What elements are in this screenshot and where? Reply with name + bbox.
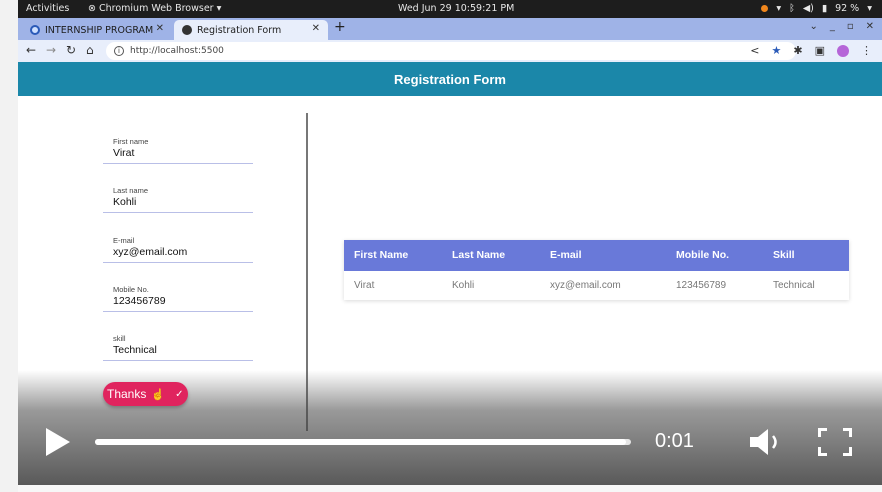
forward-icon[interactable]: → bbox=[46, 43, 56, 57]
close-window-icon[interactable]: ✕ bbox=[866, 21, 874, 32]
close-tab-icon[interactable]: ✕ bbox=[312, 23, 320, 34]
extensions-icon[interactable]: ✱ bbox=[793, 44, 802, 57]
toolbar-actions: < ★ ✱ ▣ ⋮ bbox=[750, 44, 872, 57]
last-name-field[interactable]: Last name Kohli bbox=[103, 186, 253, 213]
notification-dot-icon bbox=[761, 5, 769, 12]
table-cell: xyz@email.com bbox=[550, 280, 621, 291]
browser-toolbar: ← → ↻ ⌂ i http://localhost:5500 < ★ ✱ ▣ … bbox=[18, 40, 882, 62]
clock[interactable]: Wed Jun 29 10:59:21 PM bbox=[398, 3, 514, 14]
column-header: Last Name bbox=[452, 249, 506, 261]
video-frame: Activities ⊗ Chromium Web Browser ▾ Wed … bbox=[18, 0, 882, 492]
home-icon[interactable]: ⌂ bbox=[86, 43, 94, 57]
field-label: First name bbox=[113, 137, 149, 146]
sidepanel-icon[interactable]: ▣ bbox=[815, 44, 825, 57]
system-tray[interactable]: ▾ ᛒ ◀) ▮ 92 % ▾ bbox=[761, 3, 872, 14]
tray-dropdown-icon: ▾ bbox=[867, 3, 872, 14]
field-label: Mobile No. bbox=[113, 285, 149, 294]
share-icon[interactable]: < bbox=[750, 44, 759, 57]
address-bar[interactable]: i http://localhost:5500 bbox=[106, 42, 796, 60]
window-controls: ⌄ _ ▫ ✕ bbox=[809, 21, 874, 32]
check-icon: ✓ bbox=[175, 388, 184, 400]
url-text: http://localhost:5500 bbox=[130, 46, 224, 56]
wifi-icon: ▾ bbox=[776, 3, 782, 14]
registrations-table: First Name Last Name E-mail Mobile No. S… bbox=[344, 240, 849, 300]
table-cell: Kohli bbox=[452, 280, 475, 291]
thanks-button[interactable]: Thanks ☝ ✓ bbox=[103, 382, 188, 406]
field-label: E-mail bbox=[113, 236, 135, 245]
app-menu[interactable]: ⊗ Chromium Web Browser ▾ bbox=[88, 3, 221, 14]
tab-registration-form[interactable]: Registration Form ✕ bbox=[174, 20, 328, 40]
field-label: Last name bbox=[113, 186, 149, 195]
volume-icon: ◀) bbox=[802, 3, 814, 14]
field-value: Virat bbox=[113, 147, 135, 159]
close-tab-icon[interactable]: ✕ bbox=[156, 23, 164, 34]
minimize-icon[interactable]: _ bbox=[830, 21, 835, 32]
volume-icon[interactable] bbox=[748, 427, 788, 457]
back-icon[interactable]: ← bbox=[26, 43, 36, 57]
table-cell: Virat bbox=[354, 280, 375, 291]
current-time: 0:01 bbox=[655, 430, 694, 452]
play-icon[interactable] bbox=[46, 428, 70, 456]
field-value: xyz@email.com bbox=[113, 246, 188, 258]
app-menu-label: Chromium Web Browser ▾ bbox=[99, 3, 222, 14]
seek-bar[interactable] bbox=[95, 439, 631, 445]
bluetooth-icon: ᛒ bbox=[789, 3, 795, 14]
battery-percent: 92 % bbox=[835, 3, 860, 14]
skill-field[interactable]: skill Technical bbox=[103, 334, 253, 361]
page-margin bbox=[0, 0, 18, 492]
restore-icon[interactable]: ▫ bbox=[847, 21, 854, 32]
column-header: First Name bbox=[354, 249, 409, 261]
field-label: skill bbox=[113, 334, 126, 343]
thanks-label: Thanks bbox=[107, 387, 147, 401]
site-info-icon[interactable]: i bbox=[114, 46, 124, 56]
tab-search-icon[interactable]: ⌄ bbox=[809, 21, 817, 32]
table-cell: 123456789 bbox=[676, 280, 727, 291]
page-title: Registration Form bbox=[394, 71, 506, 87]
field-value: Technical bbox=[113, 344, 157, 356]
new-tab-button[interactable]: + bbox=[334, 19, 346, 35]
email-field[interactable]: E-mail xyz@email.com bbox=[103, 236, 253, 263]
tab-internship-program[interactable]: INTERNSHIP PROGRAM ✕ bbox=[22, 20, 172, 40]
profile-avatar-icon[interactable] bbox=[837, 44, 849, 57]
bookmark-star-icon[interactable]: ★ bbox=[772, 44, 782, 57]
tab-title: Registration Form bbox=[197, 24, 282, 36]
chromium-icon: ⊗ bbox=[88, 3, 96, 14]
reload-icon[interactable]: ↻ bbox=[66, 43, 76, 57]
column-header: E-mail bbox=[550, 249, 582, 261]
page-bottom-strip bbox=[18, 485, 882, 492]
favicon-icon bbox=[30, 25, 40, 35]
tab-strip: INTERNSHIP PROGRAM ✕ Registration Form ✕… bbox=[18, 18, 882, 40]
seek-bar-progress bbox=[95, 439, 626, 445]
first-name-field[interactable]: First name Virat bbox=[103, 137, 253, 164]
app-header: Registration Form bbox=[18, 62, 882, 96]
mobile-field[interactable]: Mobile No. 123456789 bbox=[103, 285, 253, 312]
field-value: 123456789 bbox=[113, 295, 166, 307]
system-top-bar: Activities ⊗ Chromium Web Browser ▾ Wed … bbox=[18, 0, 882, 18]
battery-icon: ▮ bbox=[821, 3, 828, 14]
field-value: Kohli bbox=[113, 196, 137, 208]
fullscreen-icon[interactable] bbox=[818, 428, 852, 456]
activities-button[interactable]: Activities bbox=[26, 3, 69, 14]
column-header: Skill bbox=[773, 249, 795, 261]
menu-kebab-icon[interactable]: ⋮ bbox=[861, 44, 872, 57]
tab-title: INTERNSHIP PROGRAM bbox=[45, 24, 154, 36]
table-header: First Name Last Name E-mail Mobile No. S… bbox=[344, 240, 849, 271]
column-header: Mobile No. bbox=[676, 249, 730, 261]
globe-icon bbox=[182, 25, 192, 35]
hand-cursor-icon: ☝ bbox=[151, 388, 166, 401]
table-cell: Technical bbox=[773, 280, 815, 291]
